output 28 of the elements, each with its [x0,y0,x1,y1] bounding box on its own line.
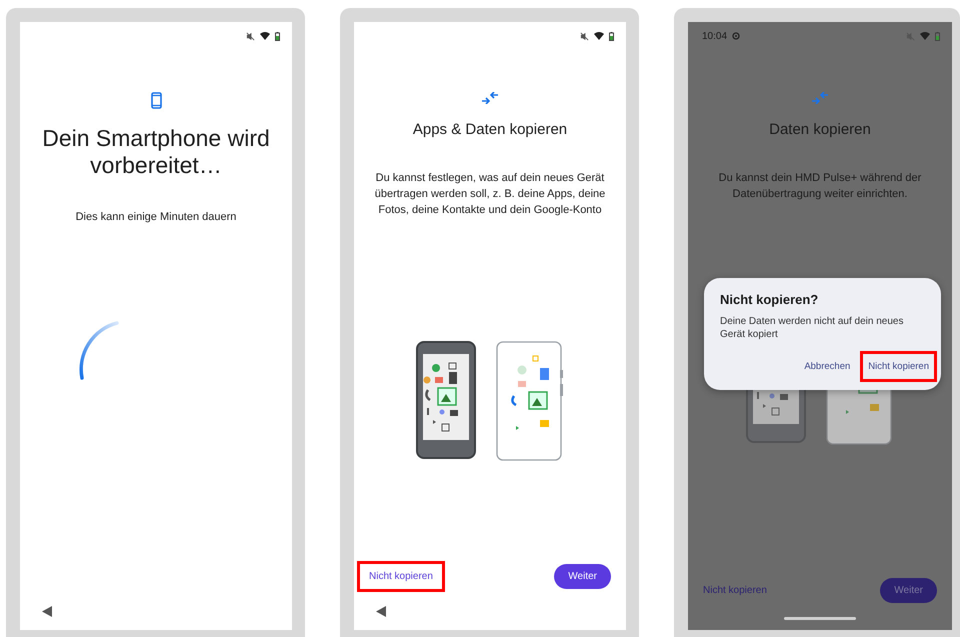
dialog-button[interactable]: Abbrechen [796,351,858,382]
dialog-message: Deine Daten werden nicht auf dein neues Gerät kopiert [720,315,904,341]
status-time: 10:04 [702,30,728,42]
battery-icon [275,32,280,40]
loading-spinner [79,320,119,380]
screen-subtitle: Dies kann einige Minuten dauern [76,211,236,223]
wifi-icon [260,32,270,40]
battery-icon [609,32,614,40]
battery-icon [935,32,940,40]
transfer-arrows-icon [481,92,499,104]
back-icon[interactable] [42,606,52,616]
gesture-bar[interactable] [784,616,856,620]
wifi-icon [920,32,930,40]
transfer-arrows-icon [811,92,829,104]
screen-title: Dein Smartphone wird vorbereitet… [41,125,271,179]
smartphone-icon [150,92,162,109]
dialog-title: Nicht kopieren? [720,292,820,307]
dialog-button[interactable]: Nicht kopieren [860,351,937,382]
screen-title: Daten kopieren [769,120,871,140]
next-button[interactable]: Weiter [554,564,611,589]
screen-description: Du kannst festlegen, was auf dein neues Gerät übertragen werden soll, z. B. deine Apps, deine Fotos, deine Kontakte und dein Google-Konto [374,171,606,218]
screen-title: Apps & Daten kopieren [412,120,568,140]
mute-icon [580,32,589,40]
mute-icon [246,32,255,40]
skip-copy-button[interactable]: Nicht kopieren [357,561,445,592]
wifi-icon [594,32,604,40]
screen-description: Du kannst dein HMD Pulse+ während der Datenübertragung weiter einrichten. [718,171,922,202]
back-icon[interactable] [376,606,386,616]
